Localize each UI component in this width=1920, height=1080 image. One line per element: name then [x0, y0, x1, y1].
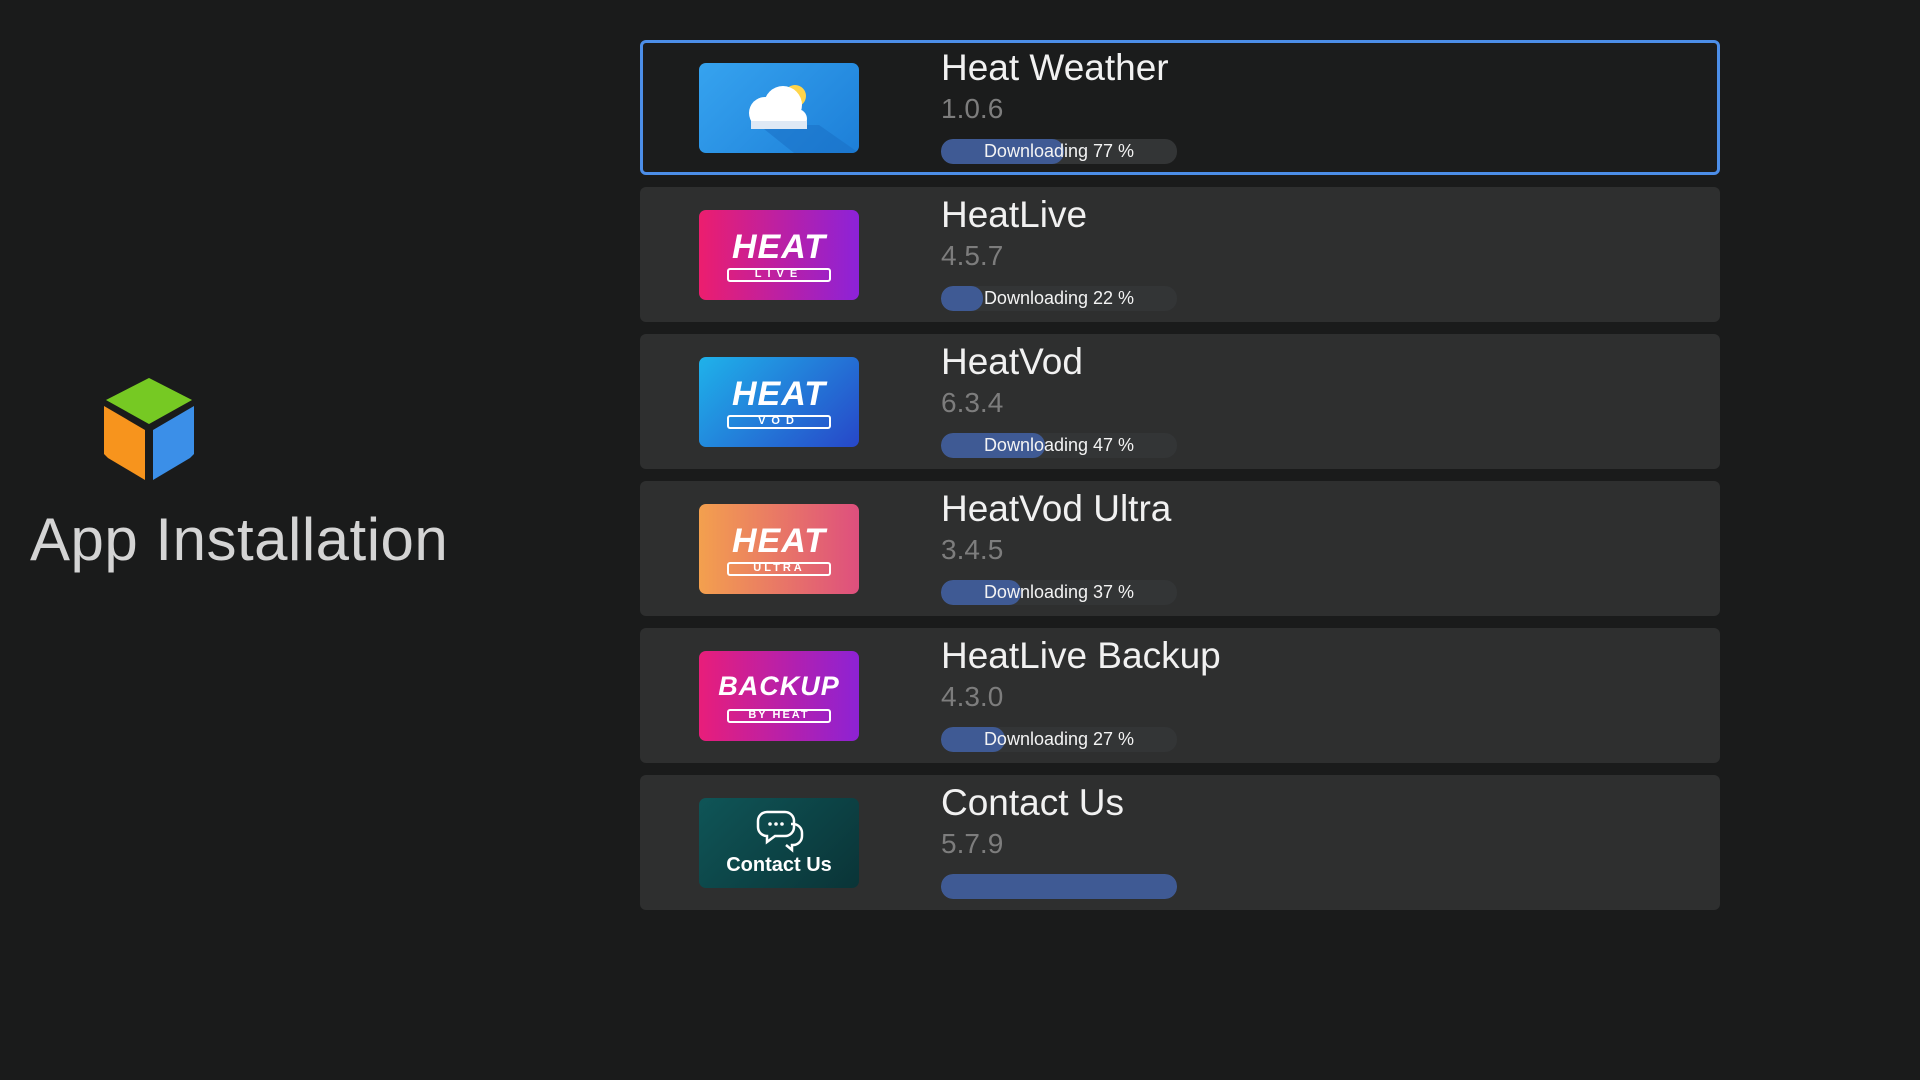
app-row-heatlive-backup[interactable]: BACKUP BY HEAT HeatLive Backup 4.3.0 Dow…: [640, 628, 1720, 763]
logo-sub-box: ULTRA: [727, 562, 831, 576]
progress-bar: Downloading 27 %: [941, 727, 1177, 752]
weather-cloud-icon: [699, 63, 859, 153]
progress-label: Downloading 27 %: [983, 729, 1135, 749]
backup-by-heat-logo: BACKUP BY HEAT: [699, 651, 859, 741]
logo-text: HEAT: [731, 228, 827, 266]
logo-sub-box: BY HEAT: [727, 709, 831, 723]
app-name: HeatVod: [941, 341, 1083, 382]
progress-bar: Downloading 37 %: [941, 580, 1177, 605]
logo-text: BACKUP: [718, 671, 840, 701]
progress-label: Downloading 37 %: [983, 582, 1135, 602]
logo-subtext: VOD: [758, 415, 800, 427]
progress-bar: Downloading 47 %: [941, 433, 1177, 458]
logo-sub-box: LIVE: [727, 268, 831, 282]
logo-subtext: BY HEAT: [748, 709, 810, 721]
app-version: 1.0.6: [941, 93, 1004, 124]
app-name: HeatVod Ultra: [941, 488, 1172, 529]
app-version: 3.4.5: [941, 534, 1004, 565]
cube-icon: [104, 378, 194, 480]
app-list: Heat Weather 1.0.6 Downloading 77 % HEAT…: [640, 40, 1720, 922]
logo-text: Contact Us: [726, 854, 832, 876]
app-row-heat-weather[interactable]: Heat Weather 1.0.6 Downloading 77 %: [640, 40, 1720, 175]
progress-label: Downloading 77 %: [983, 141, 1135, 161]
progress-label: Downloading 22 %: [983, 288, 1135, 308]
progress-label: [941, 874, 1177, 899]
app-version: 4.3.0: [941, 681, 1004, 712]
app-name: HeatLive: [941, 194, 1088, 235]
app-row-heatlive[interactable]: HEAT LIVE HeatLive 4.5.7 Downloading 22 …: [640, 187, 1720, 322]
app-version: 4.5.7: [941, 240, 1004, 271]
app-version: 6.3.4: [941, 387, 1004, 418]
left-pane: App Installation: [0, 0, 600, 1080]
logo-text: HEAT: [731, 522, 827, 560]
progress-bar: Downloading 22 %: [941, 286, 1177, 311]
logo-subtext: LIVE: [754, 268, 804, 280]
chat-bubbles-icon: Contact Us: [699, 798, 859, 888]
progress-label: Downloading 47 %: [983, 435, 1135, 455]
page-title: App Installation: [30, 506, 449, 573]
heat-live-logo: HEAT LIVE: [699, 210, 859, 300]
app-name: HeatLive Backup: [941, 635, 1221, 676]
logo-sub-box: VOD: [727, 415, 831, 429]
heat-ultra-logo: HEAT ULTRA: [699, 504, 859, 594]
app-row-contact-us[interactable]: Contact Us Contact Us 5.7.9: [640, 775, 1720, 910]
app-name: Heat Weather: [941, 47, 1169, 88]
app-version: 5.7.9: [941, 828, 1004, 859]
app-row-heatvod[interactable]: HEAT VOD HeatVod 6.3.4 Downloading 47 %: [640, 334, 1720, 469]
logo-subtext: ULTRA: [753, 562, 805, 574]
app-row-heatvod-ultra[interactable]: HEAT ULTRA HeatVod Ultra 3.4.5 Downloadi…: [640, 481, 1720, 616]
logo-text: HEAT: [731, 375, 827, 413]
app-name: Contact Us: [941, 782, 1125, 823]
progress-bar: Downloading 77 %: [941, 139, 1177, 164]
heat-vod-logo: HEAT VOD: [699, 357, 859, 447]
progress-bar: [941, 874, 1177, 899]
